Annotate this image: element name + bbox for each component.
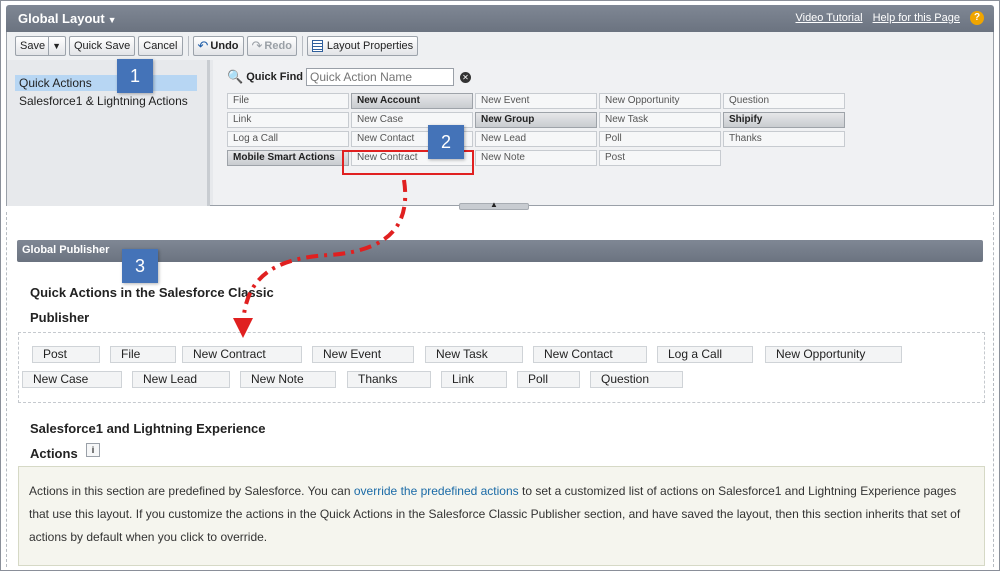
chevron-up-icon: ▲ — [490, 200, 498, 209]
cancel-button[interactable]: Cancel — [138, 36, 183, 56]
sf1-actions-title-line1: Salesforce1 and Lightning Experience — [30, 421, 266, 436]
classic-publisher-drop-zone — [18, 332, 985, 403]
quick-find-label: Quick Find — [246, 71, 304, 83]
divider — [48, 37, 50, 55]
save-button[interactable]: Save ▼ — [15, 36, 66, 56]
palette-action-mobile-smart-actions[interactable]: Mobile Smart Actions — [227, 150, 349, 166]
publisher-action-post[interactable]: Post — [32, 346, 100, 363]
publisher-action-link[interactable]: Link — [441, 371, 507, 388]
classic-publisher-title-line2: Publisher — [30, 310, 90, 325]
quick-save-button[interactable]: Quick Save — [69, 36, 136, 56]
global-publisher-section-header: Global Publisher — [17, 240, 983, 262]
palette-action-new-lead[interactable]: New Lead — [475, 131, 597, 147]
sf1-info-text-start: Actions in this section are predefined b… — [29, 484, 354, 498]
layout-properties-button[interactable]: Layout Properties — [306, 36, 419, 56]
palette-action-question[interactable]: Question — [723, 93, 845, 109]
layout-header: Global Layout ▼ Video Tutorial Help for t… — [6, 5, 994, 32]
undo-icon: ↶ — [197, 38, 209, 53]
publisher-action-thanks[interactable]: Thanks — [347, 371, 431, 388]
palette-action-link[interactable]: Link — [227, 112, 349, 128]
quick-find: 🔍 Quick Find ✕ — [227, 68, 472, 86]
undo-label: Undo — [210, 40, 239, 52]
palette-action-new-group[interactable]: New Group — [475, 112, 597, 128]
palette-action-new-event[interactable]: New Event — [475, 93, 597, 109]
palette-action-new-note[interactable]: New Note — [475, 150, 597, 166]
divider — [187, 36, 189, 56]
header-links: Video Tutorial Help for this Page ? — [795, 11, 984, 25]
layout-title-text: Global Layout — [18, 11, 105, 26]
palette-items-area: 🔍 Quick Find ✕ FileNew AccountNew EventN… — [213, 60, 993, 205]
undo-button[interactable]: ↶ Undo — [192, 36, 244, 56]
chevron-down-icon[interactable]: ▼ — [108, 15, 117, 25]
layout-properties-icon — [311, 40, 323, 52]
save-button-label: Save — [20, 40, 46, 52]
info-icon[interactable]: i — [86, 443, 100, 457]
redo-label: Redo — [264, 40, 292, 52]
help-link[interactable]: Help for this Page — [873, 12, 960, 24]
divider — [301, 36, 303, 56]
video-tutorial-link[interactable]: Video Tutorial — [795, 12, 862, 24]
callout-badge-1: 1 — [117, 59, 153, 93]
publisher-action-new-task[interactable]: New Task — [425, 346, 523, 363]
palette-action-file[interactable]: File — [227, 93, 349, 109]
callout-badge-3: 3 — [122, 249, 158, 283]
palette-action-new-opportunity[interactable]: New Opportunity — [599, 93, 721, 109]
callout-badge-2: 2 — [428, 125, 464, 159]
publisher-action-new-opportunity[interactable]: New Opportunity — [765, 346, 902, 363]
palette-action-new-task[interactable]: New Task — [599, 112, 721, 128]
palette-action-shipify[interactable]: Shipify — [723, 112, 845, 128]
publisher-action-new-event[interactable]: New Event — [312, 346, 414, 363]
override-actions-link[interactable]: override the predefined actions — [354, 484, 519, 498]
palette-category-quick-actions[interactable]: Quick Actions — [15, 75, 197, 91]
sf1-actions-info-box: Actions in this section are predefined b… — [18, 466, 985, 566]
publisher-action-new-contact[interactable]: New Contact — [533, 346, 647, 363]
palette-action-log-a-call[interactable]: Log a Call — [227, 131, 349, 147]
publisher-action-log-a-call[interactable]: Log a Call — [657, 346, 753, 363]
redo-icon: ↷ — [251, 38, 263, 53]
palette-category-sf1-actions[interactable]: Salesforce1 & Lightning Actions — [15, 93, 197, 109]
palette-resize-handle[interactable]: ▲ — [459, 200, 529, 210]
classic-publisher-title-line1: Quick Actions in the Salesforce Classic — [30, 285, 274, 300]
clear-search-icon[interactable]: ✕ — [460, 71, 472, 83]
publisher-action-question[interactable]: Question — [590, 371, 683, 388]
palette: Quick Actions Salesforce1 & Lightning Ac… — [6, 60, 994, 206]
toolbar: Save ▼ Quick Save Cancel ↶ Undo ↷ Redo L… — [6, 32, 994, 60]
help-icon[interactable]: ? — [970, 11, 984, 25]
search-icon: 🔍 — [227, 69, 244, 84]
palette-action-thanks[interactable]: Thanks — [723, 131, 845, 147]
publisher-action-new-case[interactable]: New Case — [22, 371, 122, 388]
publisher-action-new-lead[interactable]: New Lead — [132, 371, 230, 388]
save-dropdown-icon[interactable]: ▼ — [52, 41, 61, 51]
publisher-action-new-note[interactable]: New Note — [240, 371, 336, 388]
layout-properties-label: Layout Properties — [326, 40, 414, 52]
palette-action-new-account[interactable]: New Account — [351, 93, 473, 109]
redo-button[interactable]: ↷ Redo — [246, 36, 297, 56]
palette-action-post[interactable]: Post — [599, 150, 721, 166]
publisher-action-poll[interactable]: Poll — [517, 371, 580, 388]
palette-grid: File New Account New Event New Opportunity Q… — [227, 93, 845, 166]
publisher-action-file[interactable]: File — [110, 346, 176, 363]
sf1-actions-title-line2: Actions — [30, 446, 78, 461]
quick-find-input[interactable] — [306, 68, 455, 86]
palette-category-list: Quick Actions Salesforce1 & Lightning Ac… — [7, 60, 210, 206]
palette-action-poll[interactable]: Poll — [599, 131, 721, 147]
publisher-action-new-contract[interactable]: New Contract — [182, 346, 302, 363]
layout-title[interactable]: Global Layout ▼ — [18, 11, 117, 26]
